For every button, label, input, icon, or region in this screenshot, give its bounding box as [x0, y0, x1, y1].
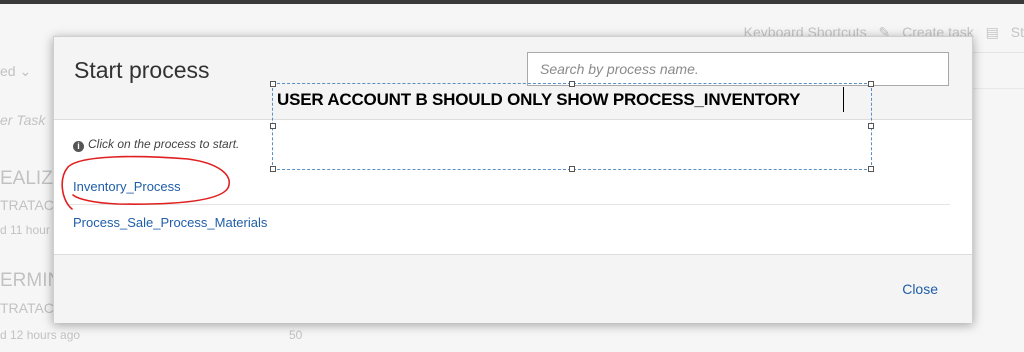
dialog-title: Start process: [74, 57, 210, 83]
text-caret: [843, 87, 844, 112]
start-hint-text: Click on the process to start.: [88, 137, 240, 151]
process-search-input[interactable]: [527, 52, 949, 86]
resize-handle[interactable]: [868, 123, 874, 129]
resize-handle[interactable]: [868, 81, 874, 87]
resize-handle[interactable]: [569, 166, 575, 172]
resize-handle[interactable]: [868, 166, 874, 172]
process-link-sale-materials[interactable]: Process_Sale_Process_Materials: [73, 215, 267, 230]
resize-handle[interactable]: [569, 81, 575, 87]
red-circle-annotation: [61, 155, 230, 210]
annotation-text: USER ACCOUNT B SHOULD ONLY SHOW PROCESS_…: [277, 90, 801, 109]
close-button[interactable]: Close: [902, 281, 938, 297]
resize-handle[interactable]: [270, 123, 276, 129]
info-icon: i: [73, 141, 84, 152]
resize-handle[interactable]: [270, 81, 276, 87]
start-hint: i Click on the process to start.: [73, 137, 239, 152]
resize-handle[interactable]: [270, 166, 276, 172]
dialog-footer: Close: [54, 254, 972, 323]
